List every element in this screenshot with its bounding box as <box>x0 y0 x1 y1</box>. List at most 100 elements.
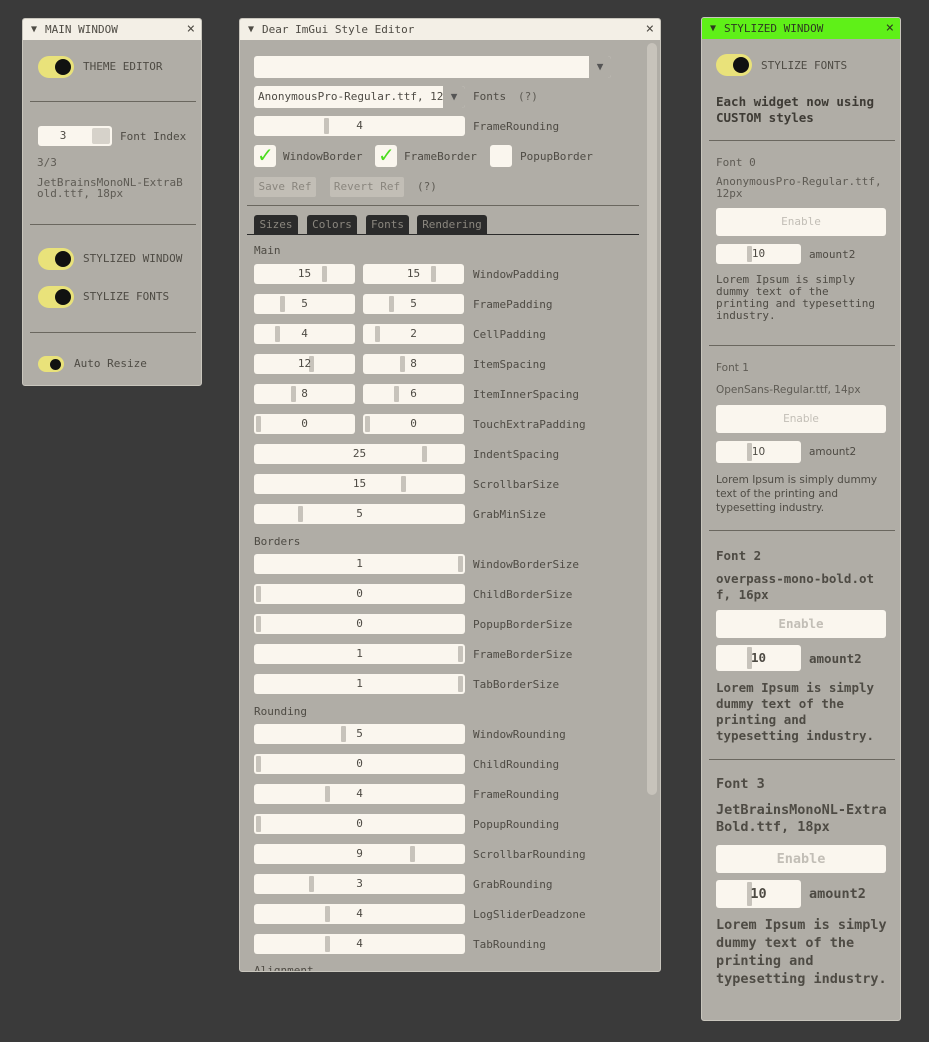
slider-grab[interactable] <box>279 296 285 312</box>
main-window-titlebar[interactable]: ▼ MAIN WINDOW × <box>23 19 201 40</box>
slider[interactable]: 0 <box>254 814 465 834</box>
help-marker[interactable]: (?) <box>417 180 437 193</box>
slider[interactable]: 15 <box>254 474 465 494</box>
save-ref-button[interactable]: Save Ref <box>254 177 316 197</box>
slider[interactable]: 4 <box>254 934 465 954</box>
slider-grab[interactable] <box>388 296 394 312</box>
close-icon[interactable]: × <box>646 21 654 37</box>
window-border-checkbox[interactable]: ✓ <box>254 143 276 167</box>
slider-grab[interactable] <box>308 876 314 892</box>
popup-border-checkbox[interactable] <box>490 145 512 167</box>
row-label: ItemSpacing <box>473 358 546 371</box>
slider-grab[interactable] <box>256 416 261 432</box>
slider[interactable]: 3 <box>254 874 465 894</box>
font-0-enable-button[interactable]: Enable <box>716 208 886 236</box>
slider-grab[interactable] <box>324 936 330 952</box>
slider[interactable]: 0 <box>254 584 465 604</box>
slider-grab[interactable] <box>431 266 437 282</box>
stylize-fonts-toggle[interactable] <box>38 286 74 308</box>
slider[interactable]: 0 <box>254 754 465 774</box>
style-editor-titlebar[interactable]: ▼ Dear ImGui Style Editor × <box>240 19 660 40</box>
collapse-arrow-icon[interactable]: ▼ <box>710 23 716 34</box>
slider-grab[interactable] <box>458 676 463 692</box>
font-2-amount-slider[interactable]: 10 <box>716 645 801 671</box>
slider-grab[interactable] <box>324 118 329 134</box>
font-1-amount-slider[interactable]: 10 <box>716 441 801 463</box>
slider[interactable]: 1 <box>254 554 465 574</box>
help-marker[interactable]: (?) <box>518 90 538 103</box>
slider-x[interactable]: 15 <box>254 264 355 284</box>
close-icon[interactable]: × <box>187 21 195 37</box>
slider-x[interactable]: 8 <box>254 384 355 404</box>
slider-y[interactable]: 2 <box>363 324 464 344</box>
close-icon[interactable]: × <box>886 20 894 36</box>
slider-y[interactable]: 6 <box>363 384 464 404</box>
slider[interactable]: 1 <box>254 674 465 694</box>
slider-x[interactable]: 12 <box>254 354 355 374</box>
slider[interactable]: 5 <box>254 504 465 524</box>
slider[interactable]: 9 <box>254 844 465 864</box>
slider-grab[interactable] <box>340 726 346 742</box>
tab-sizes[interactable]: Sizes <box>254 215 298 235</box>
scrollbar[interactable] <box>646 40 658 971</box>
slider[interactable]: 5 <box>254 724 465 744</box>
slider-grab[interactable] <box>275 326 281 342</box>
collapse-arrow-icon[interactable]: ▼ <box>248 24 254 35</box>
slider-y[interactable]: 5 <box>363 294 464 314</box>
slider-y[interactable]: 15 <box>363 264 464 284</box>
slider-grab[interactable] <box>324 786 330 802</box>
slider-grab[interactable] <box>365 416 370 432</box>
tab-rendering[interactable]: Rendering <box>417 215 487 235</box>
font-selector-combo[interactable]: AnonymousPro-Regular.ttf, 12 ▼ <box>254 86 465 108</box>
auto-resize-toggle[interactable] <box>38 356 64 372</box>
font-3-enable-button[interactable]: Enable <box>716 845 886 873</box>
slider-grab[interactable] <box>256 756 261 772</box>
dropdown-arrow-icon[interactable]: ▼ <box>589 56 611 78</box>
slider[interactable]: 0 <box>254 614 465 634</box>
stylize-fonts-toggle[interactable] <box>716 54 752 76</box>
slider-x[interactable]: 0 <box>254 414 355 434</box>
slider-x[interactable]: 4 <box>254 324 355 344</box>
main-window-title: MAIN WINDOW <box>45 23 118 36</box>
stylized-window-toggle[interactable] <box>38 248 74 270</box>
dropdown-arrow-icon[interactable]: ▼ <box>443 86 465 108</box>
slider-grab[interactable] <box>458 556 463 572</box>
font-index-input[interactable]: 3 <box>38 126 112 146</box>
slider-grab[interactable] <box>375 326 381 342</box>
frame-rounding-slider-top[interactable]: 4 <box>254 116 465 136</box>
slider-grab[interactable] <box>393 386 399 402</box>
style-selector-combo[interactable]: ▼ <box>254 56 611 78</box>
tab-fonts[interactable]: Fonts <box>366 215 409 235</box>
slider-y[interactable]: 0 <box>363 414 464 434</box>
slider-grab[interactable] <box>298 506 304 522</box>
revert-ref-button[interactable]: Revert Ref <box>330 177 404 197</box>
slider-grab[interactable] <box>290 386 296 402</box>
slider[interactable]: 4 <box>254 784 465 804</box>
font-1-enable-button[interactable]: Enable <box>716 405 886 433</box>
slider[interactable]: 25 <box>254 444 465 464</box>
tab-colors[interactable]: Colors <box>307 215 357 235</box>
theme-editor-toggle[interactable] <box>38 56 74 78</box>
slider-grab[interactable] <box>256 586 261 602</box>
slider-grab[interactable] <box>256 816 261 832</box>
slider-y[interactable]: 8 <box>363 354 464 374</box>
slider[interactable]: 1 <box>254 644 465 664</box>
slider[interactable]: 4 <box>254 904 465 924</box>
scrollbar-thumb[interactable] <box>647 43 657 795</box>
slider-grab[interactable] <box>401 476 407 492</box>
slider-grab[interactable] <box>421 446 427 462</box>
stylized-window-titlebar[interactable]: ▼ STYLIZED WINDOW × <box>702 18 900 39</box>
slider-grab[interactable] <box>324 906 330 922</box>
slider-x[interactable]: 5 <box>254 294 355 314</box>
font-3-amount-slider[interactable]: 10 <box>716 880 801 908</box>
font-2-enable-button[interactable]: Enable <box>716 610 886 638</box>
font-index-stepper[interactable] <box>92 128 110 144</box>
slider-grab[interactable] <box>399 356 405 372</box>
font-0-amount-slider[interactable]: 10 <box>716 244 801 264</box>
slider-grab[interactable] <box>322 266 328 282</box>
slider-grab[interactable] <box>409 846 415 862</box>
frame-border-checkbox[interactable]: ✓ <box>375 143 397 167</box>
slider-grab[interactable] <box>256 616 261 632</box>
slider-grab[interactable] <box>458 646 463 662</box>
collapse-arrow-icon[interactable]: ▼ <box>31 24 37 35</box>
